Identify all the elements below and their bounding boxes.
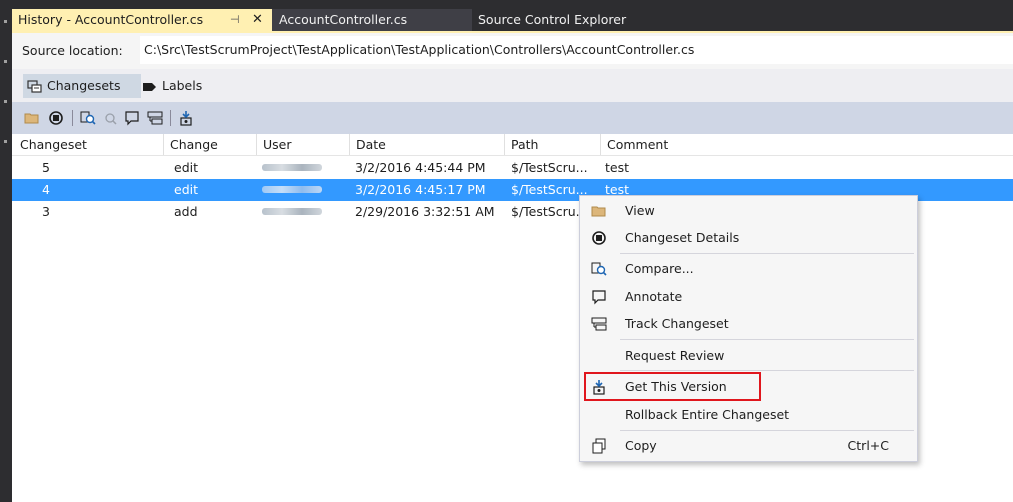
menu-item-label: Copy [625,438,657,453]
column-header-user[interactable]: User [257,134,350,155]
close-icon[interactable]: ✕ [252,9,263,31]
track-changeset-icon[interactable] [147,110,163,126]
cell-path: $/TestScru... [511,160,588,175]
history-view-tabs: Changesets Labels [12,69,1013,102]
toolbar-separator [72,110,73,126]
cell-changeset: 4 [42,182,50,197]
menu-item-changeset-details[interactable]: Changeset Details [580,225,917,251]
cell-change: edit [174,182,198,197]
redacted-user [262,164,322,171]
source-location-label: Source location: [22,43,123,58]
menu-item-label: Compare... [625,261,694,276]
changeset-details-icon [592,231,606,245]
column-header-change[interactable]: Change [164,134,257,155]
menu-item-label: View [625,203,655,218]
get-this-version-icon[interactable] [178,110,194,126]
menu-item-track-changeset[interactable]: Track Changeset [580,311,917,337]
label-tag-icon [143,82,156,91]
menu-item-label: Changeset Details [625,230,740,245]
cell-comment: test [605,160,630,175]
menu-separator [620,339,914,340]
compare-icon [591,262,607,276]
menu-item-compare[interactable]: Compare... [580,256,917,282]
cell-date: 3/2/2016 4:45:44 PM [355,160,486,175]
annotate-icon [592,290,606,305]
tab-labels[interactable]: Labels [138,74,208,98]
column-header-changeset[interactable]: Changeset [12,134,164,155]
tab-title: Source Control Explorer [478,12,627,27]
folder-open-icon [591,206,606,217]
labels-label: Labels [162,78,203,93]
left-activity-strip [0,0,12,502]
source-location-row: Source location: C:\Src\TestScrumProject… [12,33,1013,70]
cell-date: 3/2/2016 4:45:17 PM [355,182,486,197]
menu-item-annotate[interactable]: Annotate [580,284,917,310]
cell-path: $/TestScru... [511,182,588,197]
menu-item-label: Track Changeset [625,316,729,331]
redacted-user [262,208,322,215]
cell-changeset: 3 [42,204,50,219]
tab-title: AccountController.cs [279,12,408,27]
compare-disabled-icon [105,113,117,125]
column-header-path[interactable]: Path [505,134,601,155]
compare-icon[interactable] [80,110,96,126]
menu-item-shortcut: Ctrl+C [847,438,889,453]
menu-item-rollback-entire-changeset[interactable]: Rollback Entire Changeset [580,402,917,428]
pin-icon[interactable]: ⊣ [230,9,240,31]
column-header-date[interactable]: Date [350,134,505,155]
menu-separator [620,370,914,371]
menu-separator [620,430,914,431]
toolbar-separator [170,110,171,126]
changesets-icon [27,79,42,93]
cell-date: 2/29/2016 3:32:51 AM [355,204,495,219]
menu-item-label: Request Review [625,348,725,363]
menu-item-copy[interactable]: Copy Ctrl+C [580,433,917,459]
document-tab-bar: History - AccountController.cs ⊣ ✕ Accou… [12,0,1013,31]
redacted-user [262,186,322,193]
tab-accountcontroller[interactable]: AccountController.cs [272,9,472,31]
tab-source-control-explorer[interactable]: Source Control Explorer [472,9,684,31]
table-row[interactable]: 5 edit 3/2/2016 4:45:44 PM $/TestScru...… [12,157,1013,179]
cell-changeset: 5 [42,160,50,175]
tab-title: History - AccountController.cs [18,12,204,27]
menu-item-view[interactable]: View [580,198,917,224]
changeset-details-icon[interactable] [48,110,64,126]
changesets-label: Changesets [47,78,121,93]
menu-item-label: Rollback Entire Changeset [625,407,790,422]
changeset-context-menu: View Changeset Details Compare... Annota… [579,195,918,462]
track-changeset-icon [591,317,607,331]
tab-changesets[interactable]: Changesets [23,74,141,98]
tab-history-accountcontroller[interactable]: History - AccountController.cs ⊣ ✕ [12,9,272,31]
history-toolbar [12,102,1013,134]
menu-item-label: Annotate [625,289,683,304]
cell-change: edit [174,160,198,175]
source-location-field[interactable]: C:\Src\TestScrumProject\TestApplication\… [140,36,1013,64]
column-header-comment[interactable]: Comment [601,134,1013,155]
menu-item-request-review[interactable]: Request Review [580,343,917,369]
annotate-icon[interactable] [124,110,140,126]
cell-change: add [174,204,198,219]
view-icon[interactable] [24,110,40,126]
changeset-table-header: Changeset Change User Date Path Comment [12,134,1013,156]
highlight-annotation-box [584,372,761,401]
cell-path: $/TestScru... [511,204,588,219]
menu-separator [620,253,914,254]
copy-icon [592,438,606,454]
